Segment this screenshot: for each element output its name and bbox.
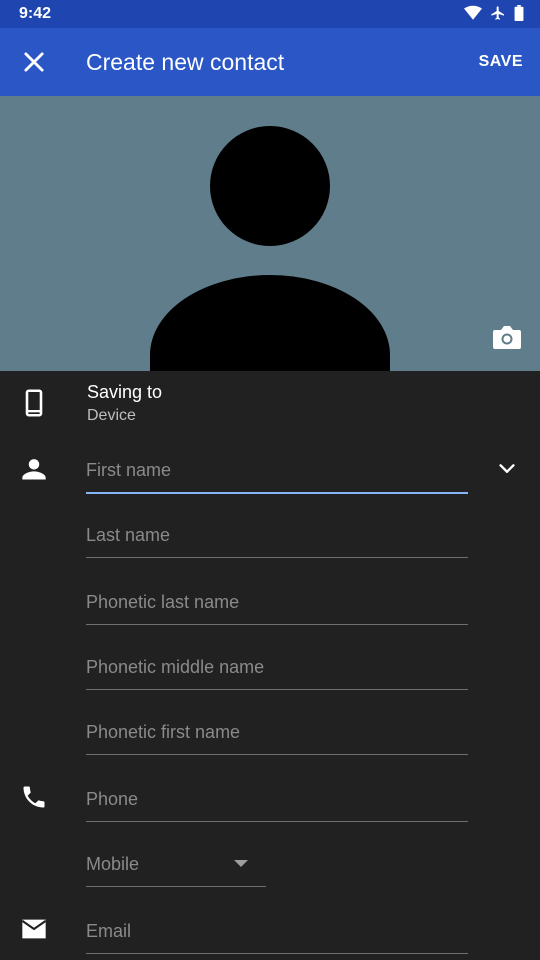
airplane-icon [491, 6, 504, 20]
phone-icon [23, 786, 45, 808]
phonetic-first-name-field[interactable]: Phonetic first name [86, 710, 468, 755]
avatar-head [210, 126, 330, 246]
saving-to-value[interactable]: Device [87, 407, 136, 425]
close-icon[interactable] [20, 48, 48, 76]
phone-type-select[interactable]: Mobile [86, 842, 266, 887]
phonetic-middle-name-placeholder: Phonetic middle name [86, 657, 265, 677]
app-bar: Create new contact SAVE [0, 28, 540, 96]
save-button[interactable]: SAVE [479, 53, 523, 71]
last-name-field[interactable]: Last name [86, 513, 468, 558]
first-name-placeholder: First name [86, 460, 172, 480]
status-time: 9:42 [19, 5, 52, 22]
status-bar: 9:42 [0, 0, 540, 28]
phone-field[interactable]: Phone [86, 777, 468, 822]
battery-icon [514, 5, 524, 21]
saving-to-label: Saving to [87, 382, 163, 402]
first-name-field[interactable]: First name [86, 448, 468, 494]
phonetic-middle-name-field[interactable]: Phonetic middle name [86, 645, 468, 690]
phonetic-last-name-field[interactable]: Phonetic last name [86, 580, 468, 625]
chevron-down-icon[interactable] [496, 458, 518, 480]
avatar-body [150, 275, 390, 371]
email-placeholder: Email [86, 921, 132, 941]
contact-photo-area[interactable] [0, 96, 540, 371]
last-name-placeholder: Last name [86, 525, 171, 545]
phone-type-value: Mobile [86, 854, 140, 874]
camera-icon[interactable] [492, 323, 522, 351]
person-icon [22, 459, 46, 480]
email-field[interactable]: Email [86, 909, 468, 954]
dropdown-arrow-icon [234, 860, 248, 867]
phonetic-first-name-placeholder: Phonetic first name [86, 722, 241, 742]
phone-placeholder: Phone [86, 789, 139, 809]
email-icon [21, 919, 47, 939]
phonetic-last-name-placeholder: Phonetic last name [86, 592, 240, 612]
status-icons [464, 5, 524, 21]
wifi-icon [464, 5, 482, 20]
page-title: Create new contact [86, 49, 285, 75]
phone-device-icon [25, 389, 43, 417]
